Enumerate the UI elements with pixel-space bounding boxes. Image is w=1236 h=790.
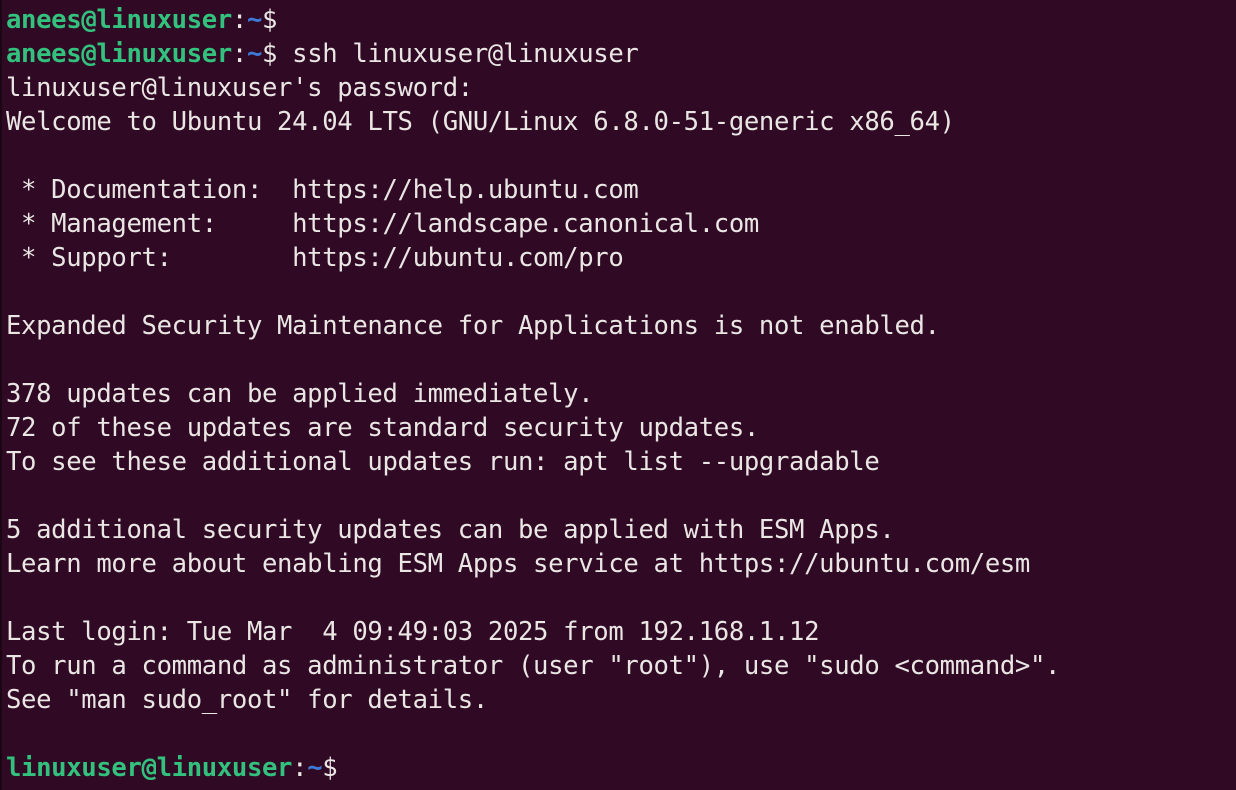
prompt-separator: : — [231, 5, 247, 35]
prompt-separator: : — [231, 39, 247, 69]
output-line: Last login: Tue Mar 4 09:49:03 2025 from… — [6, 617, 820, 647]
output-line: * Management: https://landscape.canonica… — [6, 209, 759, 239]
prompt-symbol: $ — [262, 39, 278, 69]
command-text: ssh linuxuser@linuxuser — [277, 39, 639, 69]
output-line: To see these additional updates run: apt… — [6, 447, 880, 477]
prompt-line: linuxuser@linuxuser:~$ — [6, 751, 1236, 785]
output-line: 72 of these updates are standard securit… — [6, 413, 759, 443]
output-line: To run a command as administrator (user … — [6, 651, 1061, 681]
output-line: 378 updates can be applied immediately. — [6, 379, 594, 409]
prompt-separator: : — [292, 753, 308, 783]
prompt-path: ~ — [246, 39, 263, 69]
output-line: See "man sudo_root" for details. — [6, 685, 488, 715]
terminal-output[interactable]: anees@linuxuser:~$ anees@linuxuser:~$ ssh… — [0, 0, 1236, 790]
output-line: 5 additional security updates can be app… — [6, 515, 895, 545]
output-line: Expanded Security Maintenance for Applic… — [6, 311, 940, 341]
prompt-line: anees@linuxuser:~$ — [6, 3, 1236, 37]
output-line: * Documentation: https://help.ubuntu.com — [6, 175, 639, 205]
prompt-user: linuxuser@linuxuser — [6, 753, 293, 783]
prompt-symbol: $ — [262, 5, 278, 35]
output-line: linuxuser@linuxuser's password: — [6, 73, 473, 103]
prompt-path: ~ — [246, 5, 263, 35]
output-line: Welcome to Ubuntu 24.04 LTS (GNU/Linux 6… — [6, 107, 955, 137]
output-line: Learn more about enabling ESM Apps servi… — [6, 549, 1030, 579]
prompt-user: anees@linuxuser — [6, 5, 232, 35]
prompt-user: anees@linuxuser — [6, 39, 232, 69]
prompt-symbol: $ — [322, 753, 338, 783]
output-line: * Support: https://ubuntu.com/pro — [6, 243, 624, 273]
prompt-path: ~ — [307, 753, 323, 783]
prompt-line: anees@linuxuser:~$ ssh linuxuser@linuxus… — [6, 37, 1236, 71]
